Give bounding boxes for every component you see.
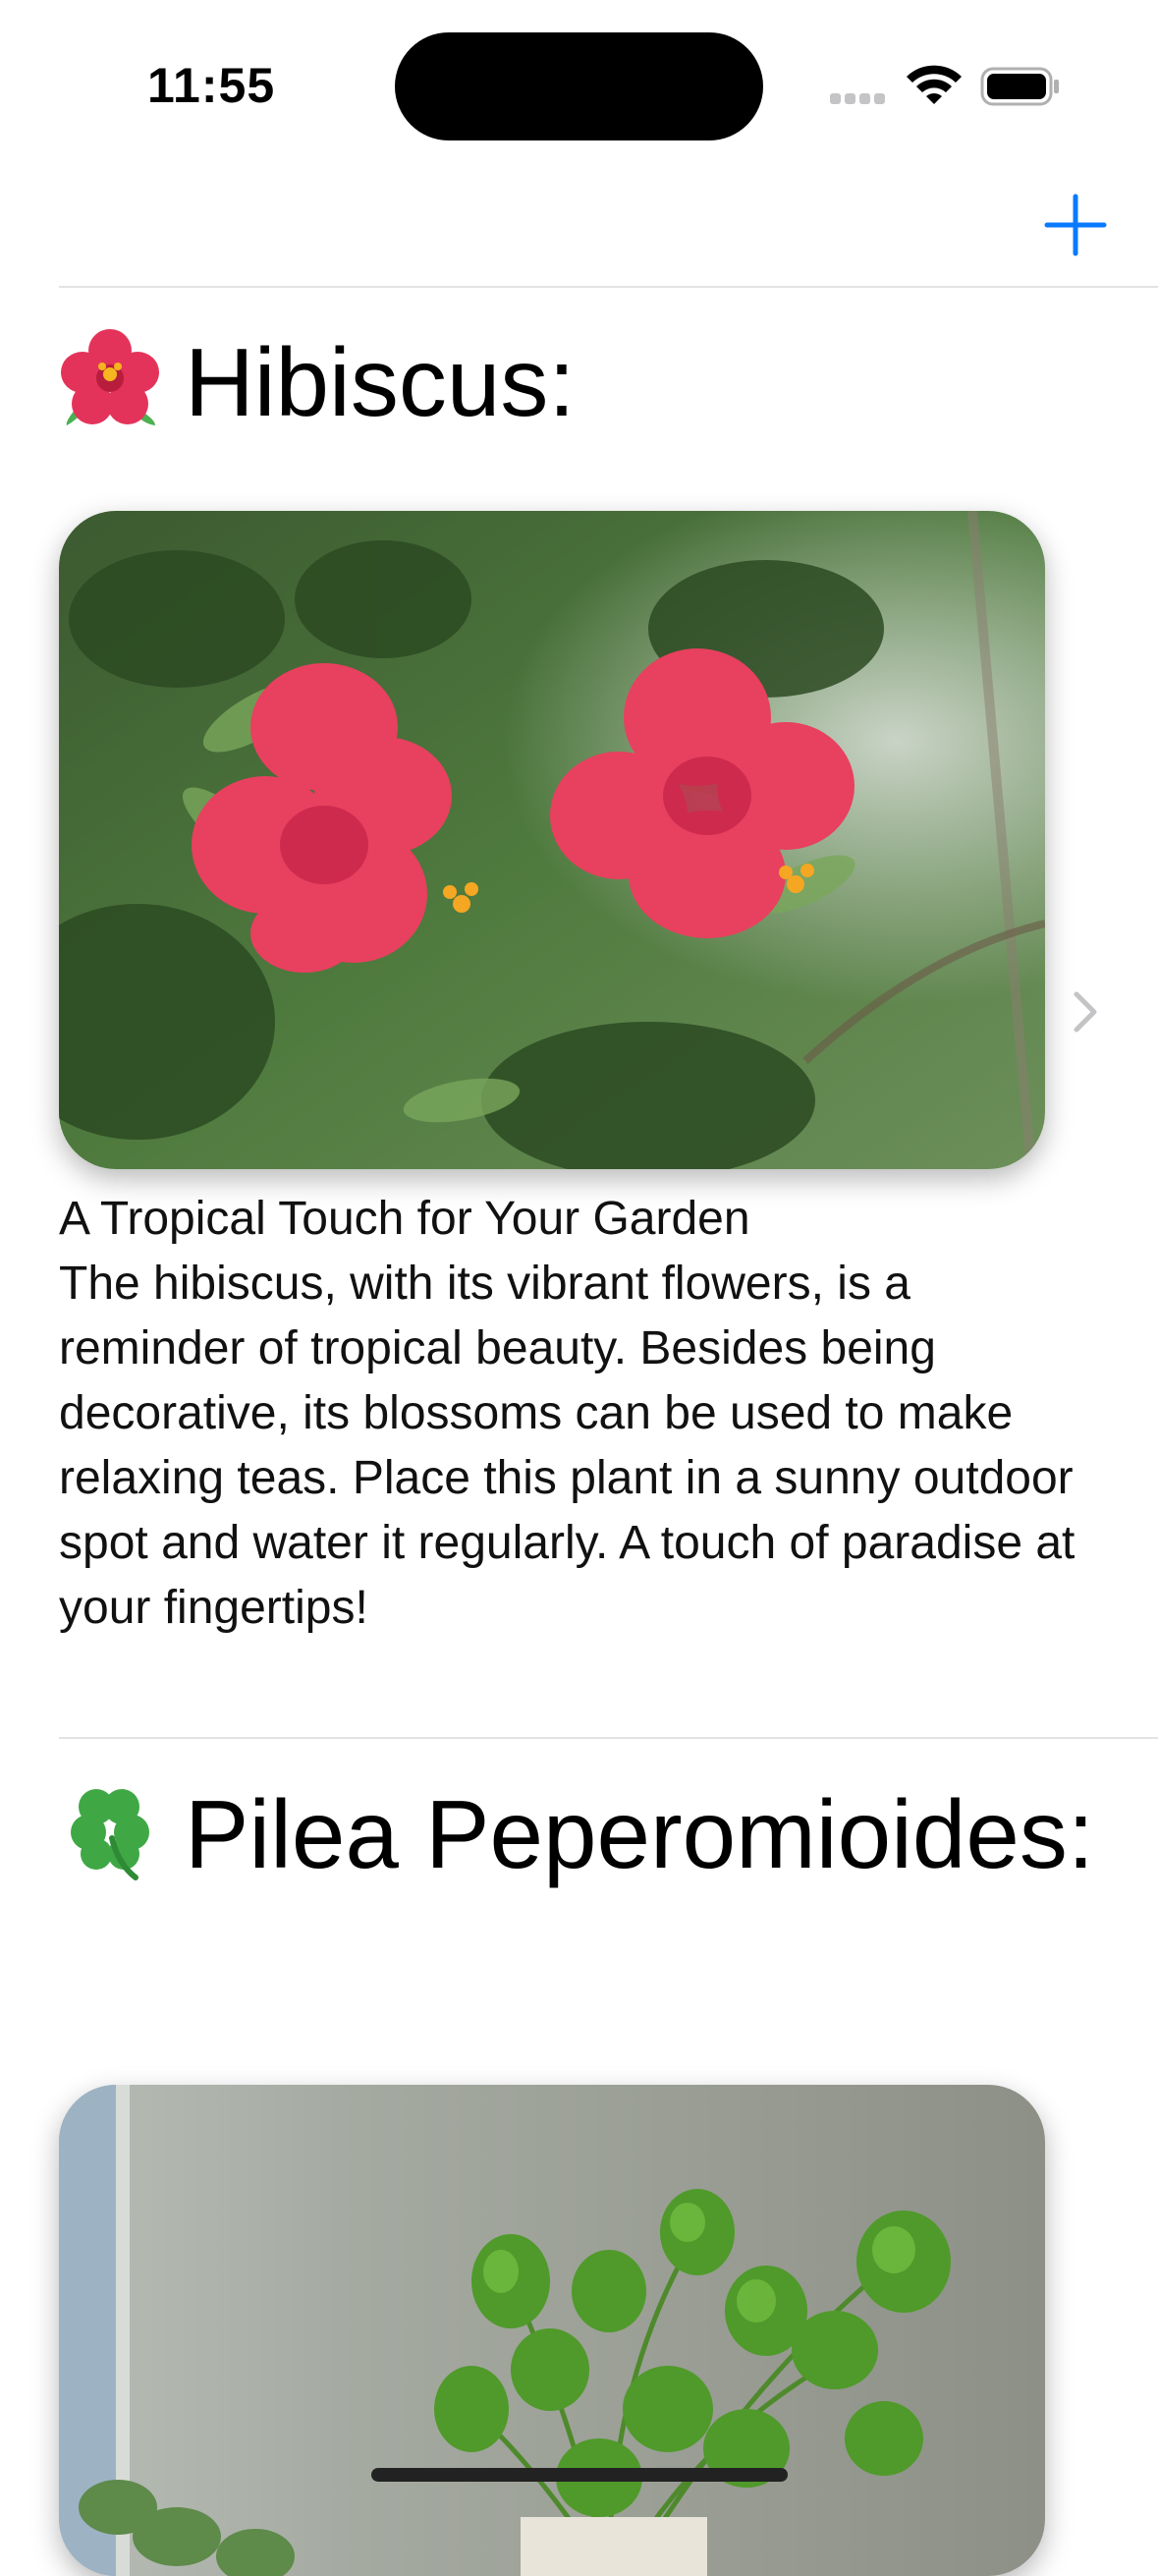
section-title: Hibiscus: [59,322,1100,442]
cellular-signal-icon [830,91,889,109]
add-button[interactable] [1043,193,1108,257]
list-divider [59,1737,1158,1739]
wifi-icon [907,65,962,104]
four-leaf-clover-emoji-icon [71,1789,149,1880]
list-divider [59,286,1158,288]
plus-icon [1044,194,1107,256]
plant-description: A Tropical Touch for Your Garden The hib… [59,1187,1080,1641]
home-indicator [371,2468,788,2482]
section-title-text: Hibiscus: [185,328,576,436]
hibiscus-photo[interactable] [59,511,1045,1169]
battery-icon [980,67,1059,106]
section-title: Pilea Peperomioides: [59,1774,1100,1894]
hibiscus-emoji-icon [61,329,159,425]
description-subtitle: A Tropical Touch for Your Garden [59,1193,750,1245]
hibiscus-photo-image [59,511,1045,1169]
description-body: The hibiscus, with its vibrant flowers, … [59,1258,1075,1634]
section-title-text: Pilea Peperomioides: [185,1780,1095,1888]
status-time: 11:55 [147,58,276,113]
chevron-right-icon[interactable] [1071,988,1100,1036]
pilea-photo[interactable] [59,2085,1045,2576]
dynamic-island [395,32,763,140]
pilea-photo-image [59,2085,1045,2576]
